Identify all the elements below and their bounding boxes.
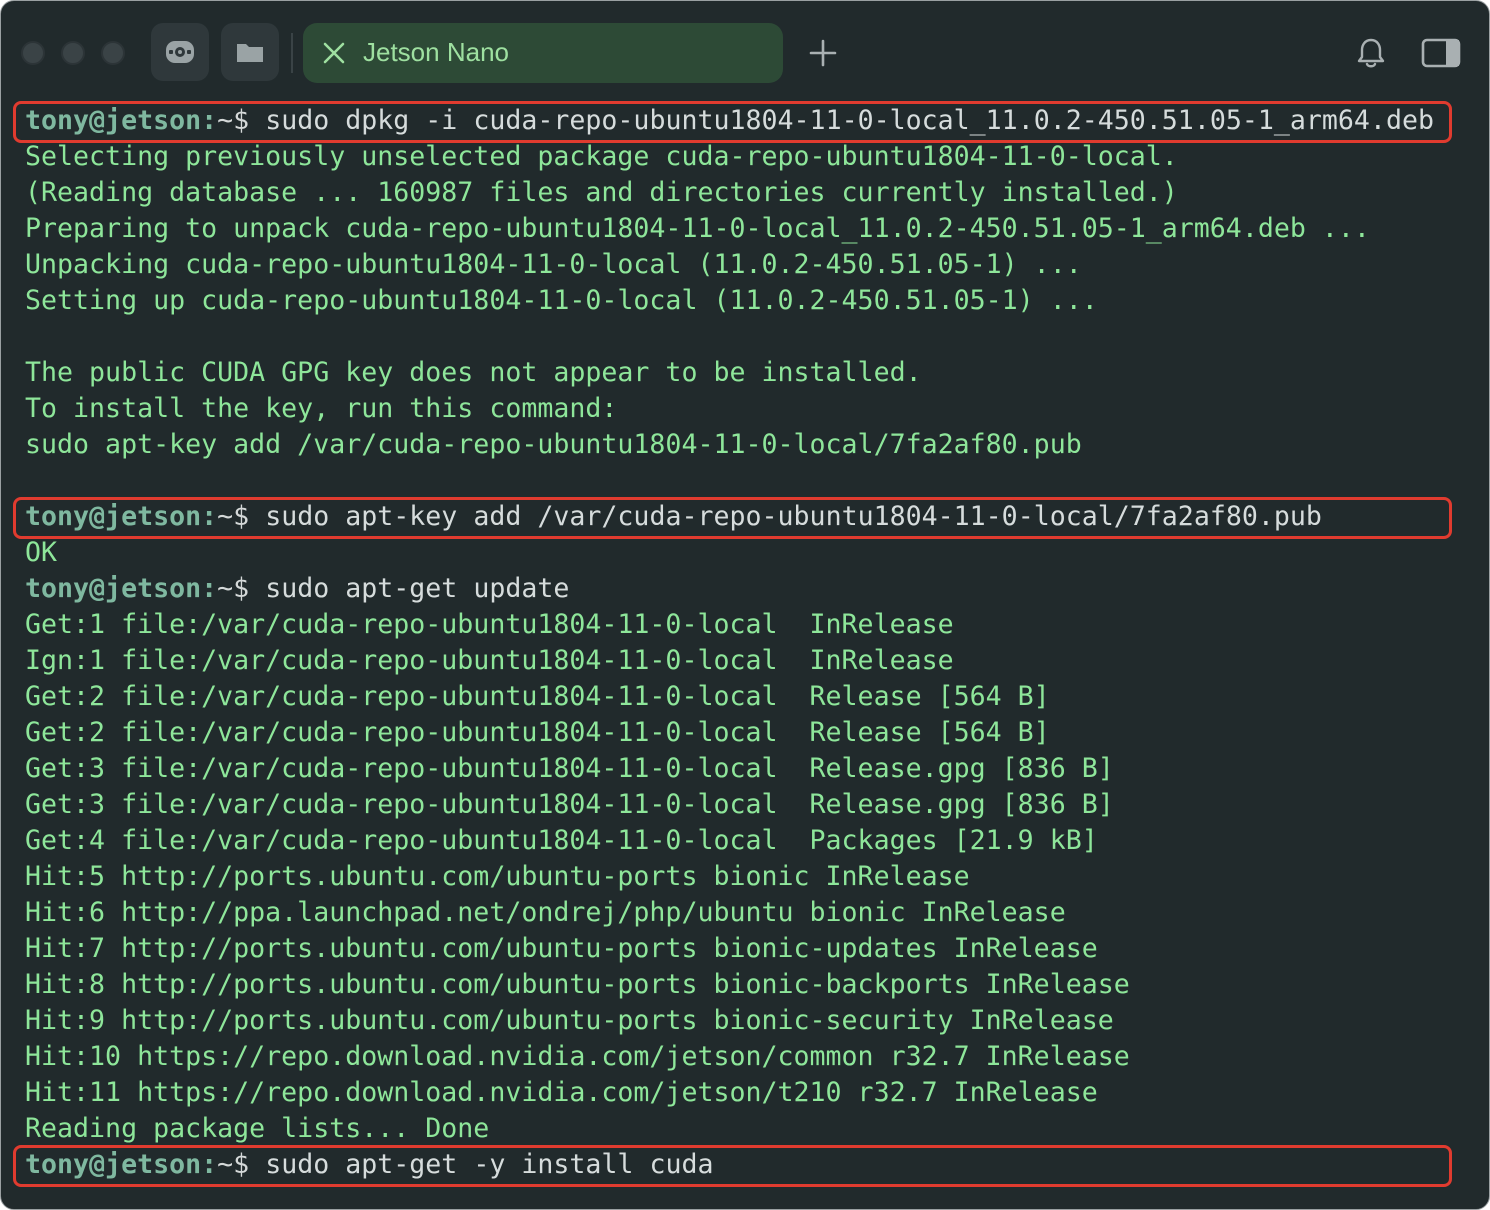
output-line: Hit:9 http://ports.ubuntu.com/ubuntu-por…	[25, 1005, 1114, 1036]
sidebar-toggle-icon[interactable]	[1421, 37, 1461, 69]
steering-wheel-icon	[166, 41, 194, 63]
command-highlight-box	[13, 101, 1452, 143]
output-line: (Reading database ... 160987 files and d…	[25, 177, 1178, 208]
toolbar-divider	[291, 33, 293, 73]
output-line: Hit:7 http://ports.ubuntu.com/ubuntu-por…	[25, 933, 1098, 964]
title-bar: Jetson Nano	[1, 1, 1489, 101]
command-text: sudo apt-get update	[265, 573, 570, 604]
output-line: OK	[25, 537, 58, 568]
command-line: tony@jetson:~$ sudo apt-get update	[25, 571, 1434, 607]
output-line: Get:3 file:/var/cuda-repo-ubuntu1804-11-…	[25, 789, 1114, 820]
close-x-icon[interactable]	[321, 40, 347, 66]
output-line: Unpacking cuda-repo-ubuntu1804-11-0-loca…	[25, 249, 1082, 280]
output-line: Preparing to unpack cuda-repo-ubuntu1804…	[25, 213, 1370, 244]
output-line: The public CUDA GPG key does not appear …	[25, 357, 922, 388]
output-line: sudo apt-key add /var/cuda-repo-ubuntu18…	[25, 429, 1082, 460]
prompt-user: tony@jetson:	[25, 573, 218, 604]
output-line: Ign:1 file:/var/cuda-repo-ubuntu1804-11-…	[25, 645, 954, 676]
output-line: Selecting previously unselected package …	[25, 141, 1178, 172]
prompt-path: ~$	[217, 573, 266, 604]
command-highlight-box	[13, 497, 1452, 539]
folder-icon	[237, 44, 263, 62]
plus-icon[interactable]	[807, 37, 839, 69]
output-line: Hit:6 http://ppa.launchpad.net/ondrej/ph…	[25, 897, 1066, 928]
output-line: Get:1 file:/var/cuda-repo-ubuntu1804-11-…	[25, 609, 954, 640]
output-line: Get:2 file:/var/cuda-repo-ubuntu1804-11-…	[25, 681, 1050, 712]
output-line: Hit:10 https://repo.download.nvidia.com/…	[25, 1041, 1130, 1072]
terminal-window: Jetson Nano tony@jetson:~$ sudo dpkg -i …	[0, 0, 1490, 1210]
minimize-window-button[interactable]	[61, 41, 85, 65]
output-line: Setting up cuda-repo-ubuntu1804-11-0-loc…	[25, 285, 1098, 316]
close-window-button[interactable]	[21, 41, 45, 65]
terminal-output[interactable]: tony@jetson:~$ sudo dpkg -i cuda-repo-ub…	[25, 103, 1434, 1183]
output-line: To install the key, run this command:	[25, 393, 618, 424]
maximize-window-button[interactable]	[101, 41, 125, 65]
output-line: Hit:11 https://repo.download.nvidia.com/…	[25, 1077, 1098, 1108]
output-line: Hit:8 http://ports.ubuntu.com/ubuntu-por…	[25, 969, 1130, 1000]
bell-icon[interactable]	[1353, 35, 1389, 71]
tab-title: Jetson Nano	[363, 37, 509, 67]
sftp-button[interactable]	[221, 23, 279, 81]
output-line: Hit:5 http://ports.ubuntu.com/ubuntu-por…	[25, 861, 970, 892]
output-line: Reading package lists... Done	[25, 1113, 490, 1144]
output-line: Get:4 file:/var/cuda-repo-ubuntu1804-11-…	[25, 825, 1098, 856]
output-line: Get:3 file:/var/cuda-repo-ubuntu1804-11-…	[25, 753, 1114, 784]
output-line: Get:2 file:/var/cuda-repo-ubuntu1804-11-…	[25, 717, 1050, 748]
hosts-button[interactable]	[151, 23, 209, 81]
tab-jetson-nano[interactable]: Jetson Nano	[303, 23, 783, 83]
command-highlight-box	[13, 1145, 1452, 1187]
